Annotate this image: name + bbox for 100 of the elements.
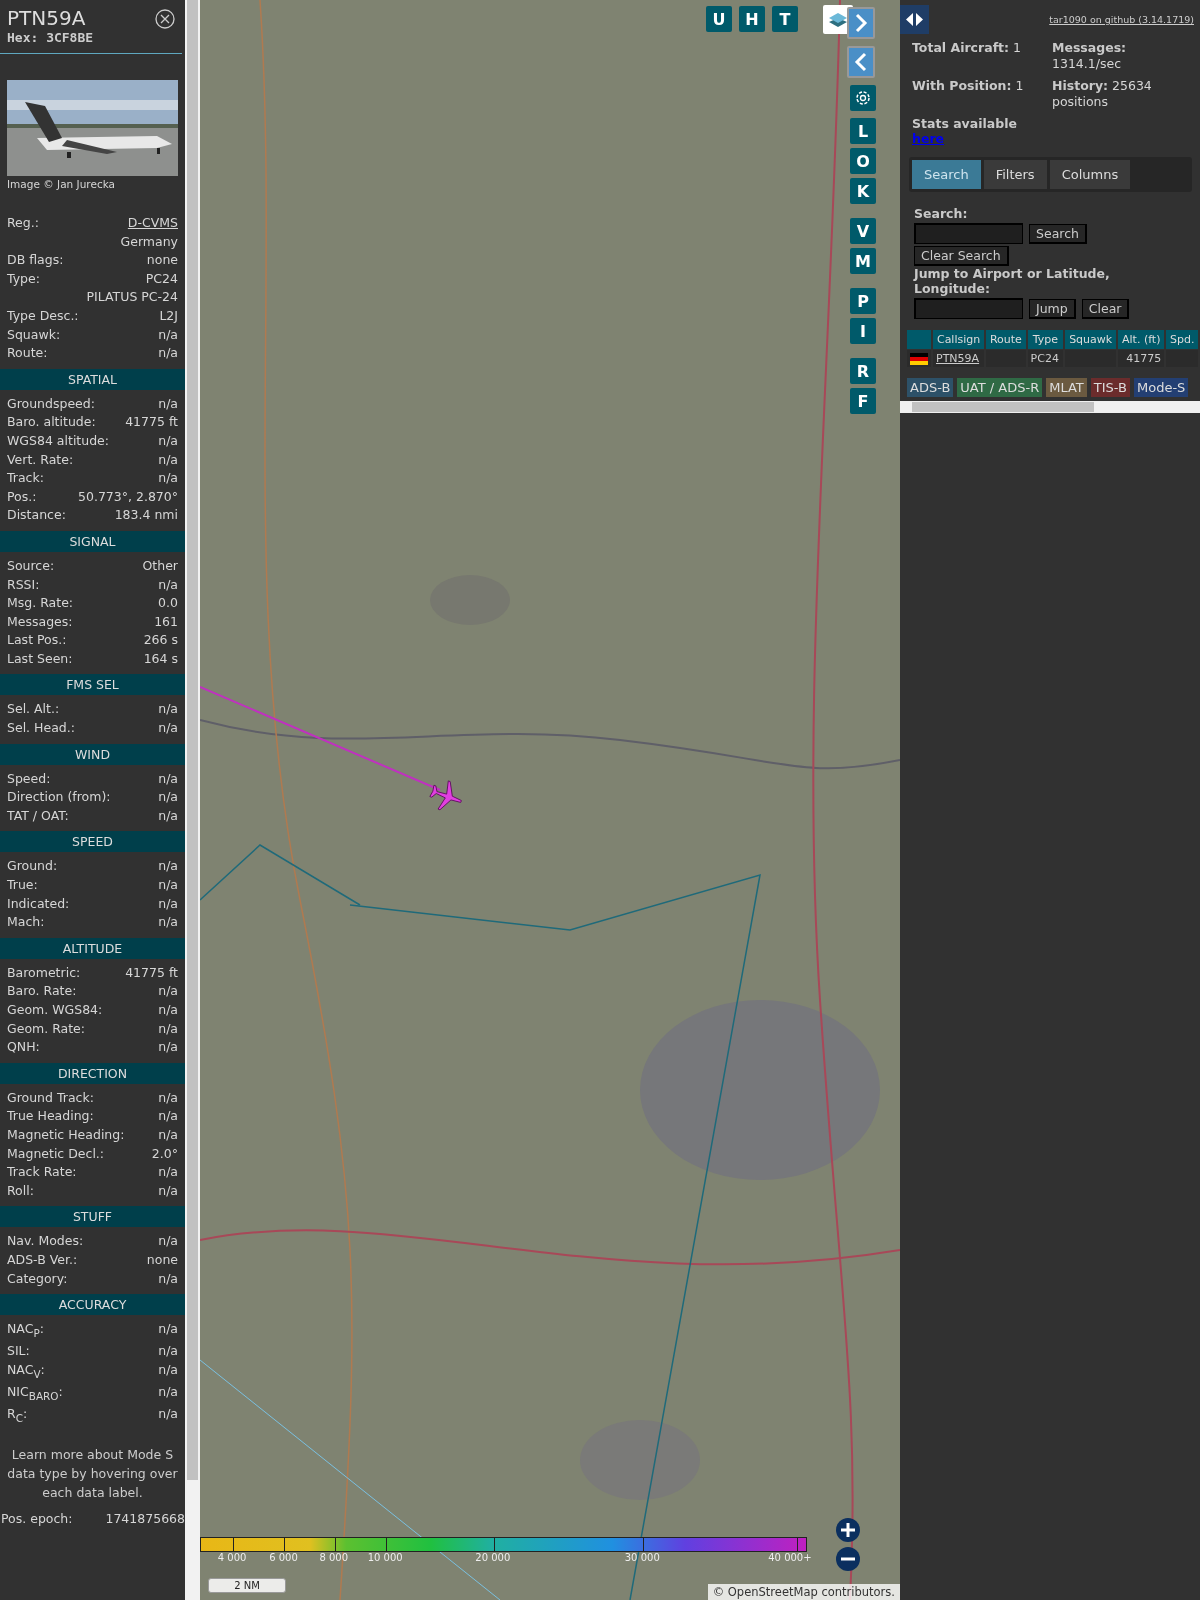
field-label: Ground: [7, 857, 58, 876]
horizontal-scrollbar[interactable] [900, 401, 1200, 413]
toggle-button[interactable]: I [850, 318, 876, 344]
field-value: n/a [158, 788, 178, 807]
toggle-button[interactable]: L [850, 118, 876, 144]
field-label: Ground Track: [7, 1088, 94, 1107]
field-value: n/a [158, 469, 178, 488]
toggle-button[interactable]: H [739, 6, 765, 32]
clear-button[interactable]: Clear [1081, 298, 1130, 319]
section-header: WIND [0, 743, 185, 765]
field-value: 1741875668 [105, 1510, 185, 1529]
callsign-link[interactable]: PTN59A [933, 350, 985, 367]
section-header: DIRECTION [0, 1062, 185, 1084]
settings-button[interactable] [850, 85, 876, 111]
tab[interactable]: Columns [1049, 160, 1131, 189]
field-label: Magnetic Heading: [7, 1125, 125, 1144]
altitude-label: 30 000 [624, 1552, 660, 1563]
settings-icon [854, 89, 872, 107]
toggle-button[interactable]: F [850, 388, 876, 414]
tab[interactable]: Search [912, 160, 981, 189]
close-icon[interactable] [155, 9, 175, 29]
field-value: n/a [158, 700, 178, 719]
tab[interactable]: Filters [983, 160, 1047, 189]
field-label: Barometric: [7, 963, 81, 982]
toggle-button[interactable]: U [706, 6, 732, 32]
version-link[interactable]: tar1090 on github (3.14.1719) [1049, 14, 1194, 25]
zoom-out-button[interactable] [836, 1547, 860, 1571]
column-header[interactable]: Route [986, 330, 1026, 349]
field-label: R$_{C}$: [7, 1405, 28, 1426]
source-badge: TIS-B [1090, 378, 1130, 397]
field-label: Pos. epoch: [1, 1510, 73, 1529]
source-badge: MLAT [1046, 378, 1087, 397]
field-label: Type: [7, 269, 40, 288]
field-label: Type Desc.: [7, 306, 79, 325]
jump-label: Jump to Airport or Latitude, Longitude: [914, 266, 1111, 296]
column-header[interactable]: Callsign [933, 330, 985, 349]
field-value: L2J [159, 306, 178, 325]
field-value: 41775 ft [125, 413, 178, 432]
toggle-button[interactable]: M [850, 248, 876, 274]
section-header: ALTITUDE [0, 937, 185, 959]
field-value: n/a [158, 431, 178, 450]
section-header: SPATIAL [0, 368, 185, 390]
field-value: n/a [158, 769, 178, 788]
column-header[interactable]: Squawk [1065, 330, 1117, 349]
field-value: n/a [158, 325, 178, 344]
altitude-label: 40 000+ [768, 1552, 812, 1563]
toggle-button[interactable]: T [772, 6, 798, 32]
field-value: 183.4 nmi [114, 506, 178, 525]
toggle-button[interactable]: R [850, 358, 876, 384]
stat-text: Messages: 1314.1/sec [1052, 40, 1128, 72]
field-label: Direction (from): [7, 788, 111, 807]
field-label: Sel. Head.: [7, 719, 75, 738]
field-label: Track Rate: [7, 1163, 77, 1182]
toggle-button[interactable]: O [850, 148, 876, 174]
field-value: n/a [158, 575, 178, 594]
altitude-label: 6 000 [269, 1552, 298, 1563]
field-value: 164 s [143, 649, 178, 668]
section-header: SIGNAL [0, 530, 185, 552]
field-label: Baro. altitude: [7, 413, 96, 432]
clear-search-button[interactable]: Clear Search [914, 246, 1009, 266]
source-badge: Mode-S [1133, 378, 1189, 397]
flag-icon [910, 352, 928, 365]
registration-link[interactable]: D-CVMS [127, 214, 178, 233]
field-value: n/a [158, 1019, 178, 1038]
field-value: n/a [158, 1342, 178, 1361]
stats-text: Stats available [912, 116, 1018, 131]
osm-link[interactable]: OpenStreetMap [727, 1585, 818, 1599]
zoom-in-button[interactable] [836, 1518, 860, 1542]
search-button[interactable]: Search [1029, 223, 1087, 244]
field-value: n/a [158, 1320, 178, 1339]
source-badge: ADS-B [907, 378, 954, 397]
field-value: n/a [158, 394, 178, 413]
field-value: none [146, 251, 178, 270]
scrollbar[interactable] [185, 0, 200, 1600]
column-header[interactable]: Spd. [1166, 330, 1198, 349]
field-value: n/a [158, 806, 178, 825]
stat-text: With Position: 1 [912, 78, 1025, 95]
field-label: DB flags: [7, 251, 64, 270]
section-header: ACCURACY [0, 1294, 185, 1316]
back-button[interactable] [847, 46, 875, 78]
next-button[interactable] [847, 7, 875, 39]
field-value: PC24 [145, 269, 178, 288]
field-value: n/a [158, 1088, 178, 1107]
field-label: True Heading: [7, 1107, 94, 1126]
column-header[interactable]: Alt. (ft) [1118, 330, 1165, 349]
field-value: n/a [158, 1001, 178, 1019]
column-header[interactable]: Type [1027, 330, 1064, 349]
jump-button[interactable]: Jump [1029, 298, 1076, 319]
scale-bar: 2 NM [208, 1578, 286, 1593]
field-value: n/a [158, 913, 178, 932]
field-label: Category: [7, 1269, 68, 1288]
toggle-button[interactable]: P [850, 288, 876, 314]
toggle-button[interactable]: V [850, 218, 876, 244]
toggle-button[interactable]: K [850, 178, 876, 204]
search-field[interactable] [914, 223, 1023, 244]
section-header: SPEED [0, 831, 185, 853]
field-label: Geom. WGS84: [7, 1001, 103, 1019]
field-value: n/a [158, 982, 178, 1001]
jump-field[interactable] [914, 298, 1023, 319]
field-label: Indicated: [7, 894, 70, 913]
